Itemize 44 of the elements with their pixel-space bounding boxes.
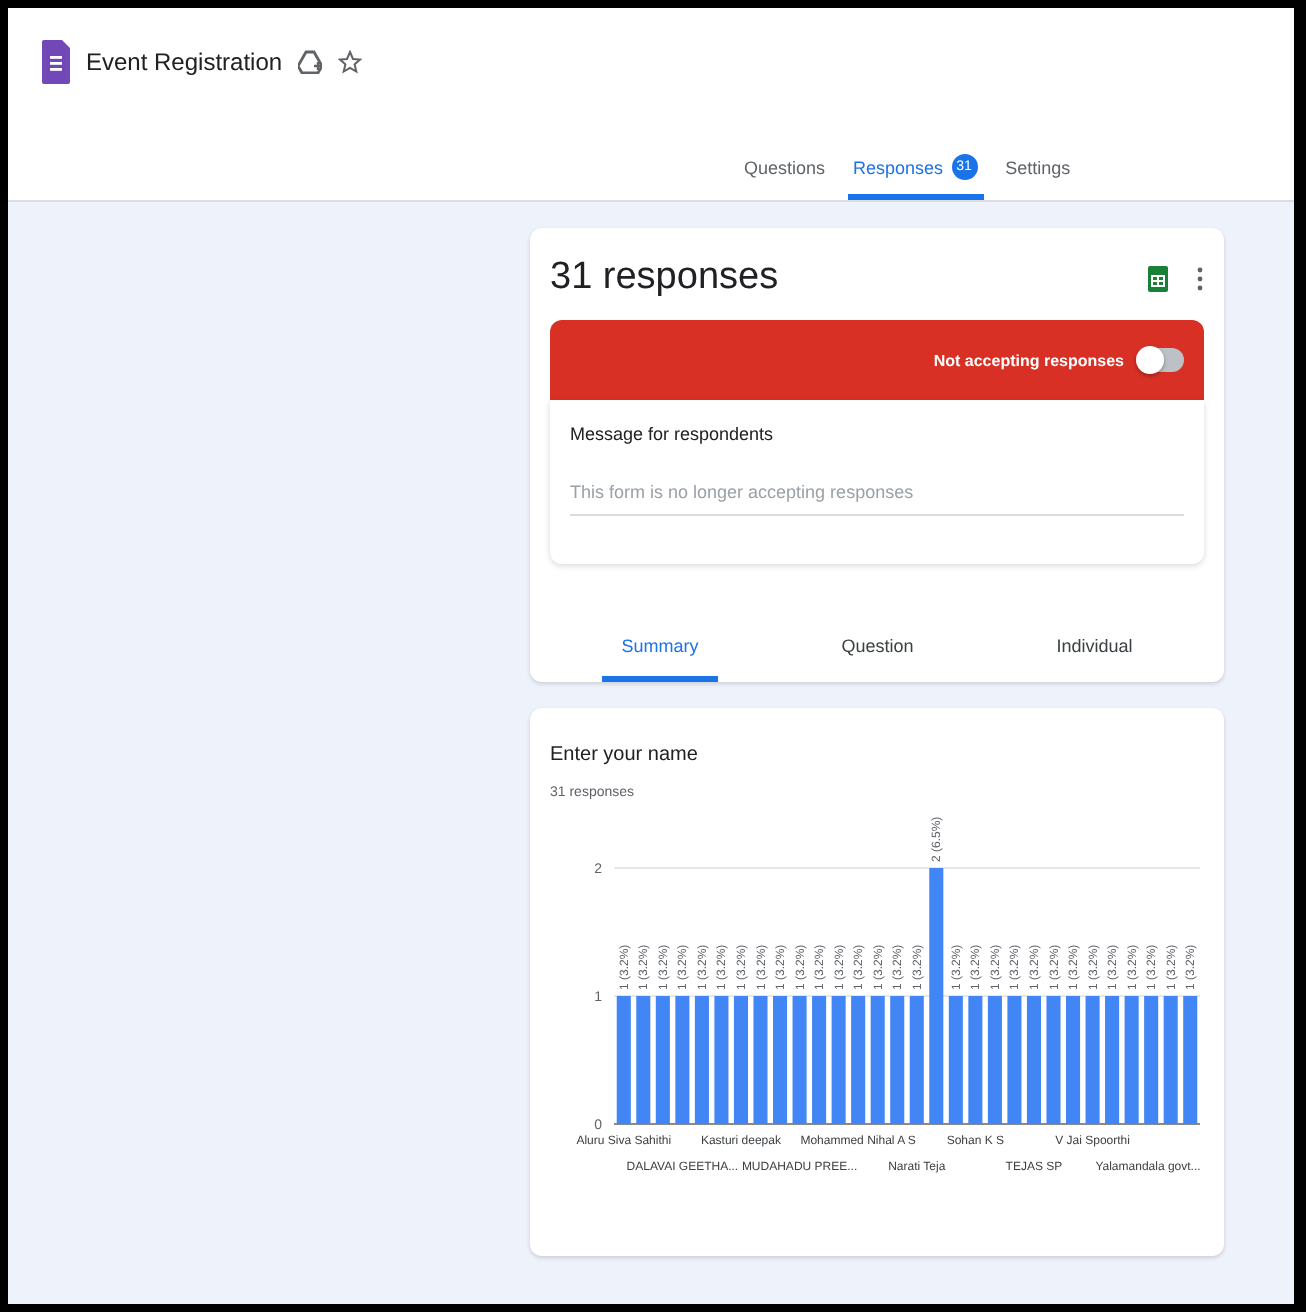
bar <box>694 996 709 1124</box>
accepting-toggle[interactable] <box>1140 348 1184 372</box>
star-icon[interactable] <box>338 50 363 74</box>
bar <box>851 996 866 1124</box>
bar <box>655 996 670 1124</box>
bar <box>831 996 846 1124</box>
view-tab[interactable]: Question <box>821 624 934 682</box>
form-title[interactable]: Event Registration <box>86 48 283 76</box>
bar <box>1105 996 1120 1124</box>
bar <box>1026 996 1041 1124</box>
bar <box>1007 996 1022 1124</box>
accepting-status-label: Not accepting responses <box>933 351 1124 369</box>
question-title: Enter your name <box>550 744 700 766</box>
bar <box>733 996 748 1124</box>
forms-logo-icon[interactable] <box>42 40 70 84</box>
bar <box>675 996 690 1124</box>
view-tab[interactable]: Summary <box>601 624 719 682</box>
bar <box>1085 996 1100 1124</box>
message-label: Message for respondents <box>570 424 776 444</box>
bar <box>1124 996 1139 1124</box>
bar <box>1163 996 1178 1124</box>
more-options-icon[interactable] <box>1196 265 1204 291</box>
bar <box>909 996 924 1124</box>
tab[interactable]: Questions <box>738 140 832 200</box>
bar <box>1046 996 1061 1124</box>
bar <box>1183 996 1198 1124</box>
bar <box>870 996 885 1124</box>
bar <box>987 996 1002 1124</box>
bar <box>616 996 631 1124</box>
view-tab[interactable]: Individual <box>1036 624 1153 682</box>
bar <box>753 996 768 1124</box>
tab[interactable]: Settings <box>999 140 1077 200</box>
bar <box>792 996 807 1124</box>
spreadsheet-icon[interactable] <box>1148 265 1168 291</box>
bar <box>773 996 788 1124</box>
bar <box>1144 996 1159 1124</box>
bar <box>1066 996 1081 1124</box>
bar <box>636 996 651 1124</box>
responses-count-title: 31 responses <box>550 256 781 300</box>
bar <box>968 996 983 1124</box>
bar <box>714 996 729 1124</box>
bar <box>812 996 827 1124</box>
bar <box>890 996 905 1124</box>
bar <box>948 996 963 1124</box>
